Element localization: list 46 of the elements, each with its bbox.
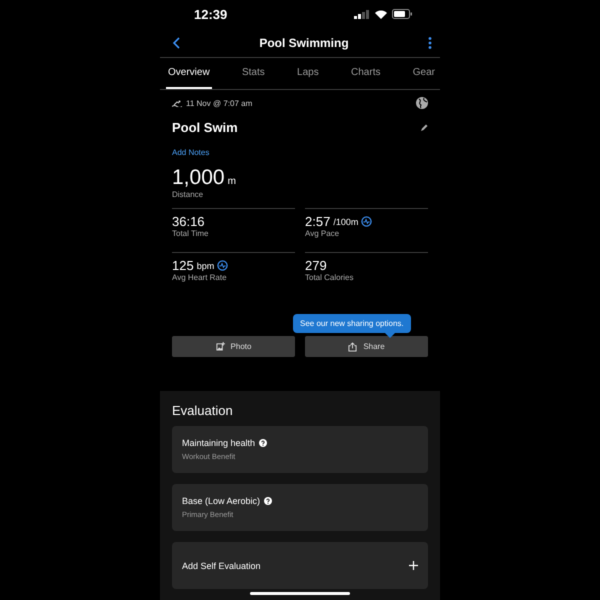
- tab[interactable]: Gear: [410, 58, 437, 89]
- benefit-title: Maintaining health: [182, 438, 256, 448]
- stat-label: Total Calories: [305, 273, 354, 282]
- screen-title: Pool Swimming: [259, 36, 349, 50]
- add-evaluation-card[interactable]: Add Self Evaluation: [172, 542, 428, 589]
- activity-name: Pool Swim: [172, 120, 238, 135]
- help-icon[interactable]: [259, 439, 268, 447]
- stat-label: Avg Heart Rate: [172, 273, 228, 282]
- stat-value: 125: [172, 258, 194, 273]
- action-button[interactable]: Share: [305, 336, 428, 357]
- swimmer-icon: [172, 100, 182, 106]
- activity-icon[interactable]: [217, 260, 228, 271]
- signal-icon: [354, 10, 370, 19]
- share-icon: [348, 342, 358, 352]
- tab[interactable]: Laps: [295, 58, 321, 89]
- tab[interactable]: Charts: [349, 58, 382, 89]
- image-add-icon: [216, 342, 225, 351]
- distance-label: Distance: [172, 190, 204, 199]
- stat-value: 36:16: [172, 214, 205, 229]
- activity-date: 11 Nov @ 7:07 am: [186, 98, 252, 108]
- battery-icon: [392, 9, 412, 20]
- wifi-icon: [375, 10, 387, 19]
- stat-unit: /100m: [333, 216, 358, 226]
- benefit-title: Base (Low Aerobic): [182, 496, 260, 506]
- distance-unit: m: [228, 176, 236, 187]
- status-time: 12:39: [194, 6, 228, 22]
- section-title: Evaluation: [172, 403, 234, 418]
- back-icon[interactable]: [172, 36, 180, 49]
- action-button[interactable]: Photo: [172, 336, 295, 357]
- tab[interactable]: Overview: [166, 58, 212, 89]
- add-notes-link[interactable]: Add Notes: [172, 148, 210, 157]
- distance-value: 1,000: [172, 166, 225, 189]
- stat-value: 279: [305, 258, 327, 273]
- stat-unit: bpm: [196, 260, 214, 270]
- stat-label: Avg Pace: [305, 229, 340, 238]
- add-evaluation-label: Add Self Evaluation: [182, 560, 261, 570]
- plus-icon[interactable]: [409, 561, 418, 570]
- help-icon[interactable]: [264, 497, 272, 505]
- tooltip-pointer: [384, 333, 395, 338]
- stat-value: 2:57: [305, 214, 330, 229]
- activity-icon[interactable]: [361, 216, 372, 227]
- tab[interactable]: Stats: [240, 58, 267, 89]
- more-icon[interactable]: [428, 36, 432, 49]
- globe-icon[interactable]: [416, 97, 428, 109]
- pencil-icon[interactable]: [420, 124, 428, 132]
- stat-label: Total Time: [172, 229, 210, 238]
